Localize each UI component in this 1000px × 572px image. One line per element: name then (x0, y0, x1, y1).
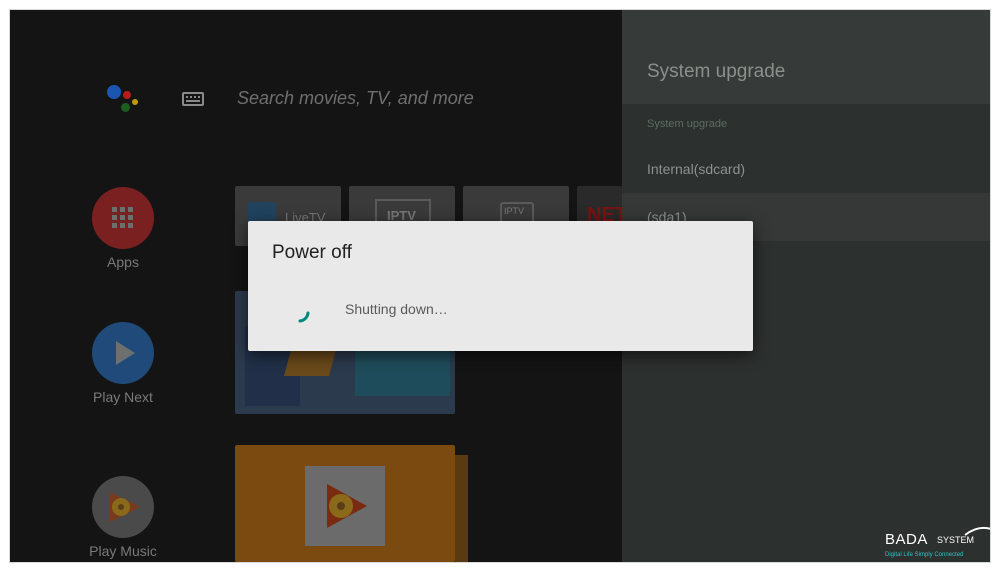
panel-title: System upgrade (647, 61, 786, 82)
play-music-label: Play Music (89, 543, 157, 559)
play-next-label: Play Next (93, 389, 153, 405)
panel-item-internal-sdcard[interactable]: Internal(sdcard) (622, 145, 990, 193)
iptv2-label: IPTV (504, 206, 525, 216)
play-icon (116, 341, 135, 365)
panel-header: System upgrade (622, 10, 990, 104)
apps-grid-icon (112, 207, 133, 228)
dialog-title: Power off (272, 242, 352, 263)
power-off-dialog: Power off Shutting down… (248, 221, 753, 351)
tv-screen: Search movies, TV, and more Apps Play Ne… (9, 9, 991, 563)
panel-section-label: System upgrade (647, 118, 728, 130)
play-music-logo-icon (327, 484, 367, 528)
google-assistant-icon[interactable] (107, 85, 147, 125)
apps-button[interactable] (92, 187, 154, 249)
play-music-content-card[interactable] (235, 445, 455, 562)
search-input[interactable]: Search movies, TV, and more (237, 88, 474, 109)
swoosh-icon (964, 526, 990, 536)
loading-spinner-icon (298, 311, 310, 323)
play-music-icon (110, 492, 140, 522)
play-music-button[interactable] (92, 476, 154, 538)
keyboard-icon[interactable] (182, 92, 204, 106)
apps-label: Apps (107, 254, 139, 270)
play-next-button[interactable] (92, 322, 154, 384)
bada-system-logo: BADA SYSTEM Digital Life Simply Connecte… (885, 525, 990, 562)
dialog-message: Shutting down… (345, 301, 448, 317)
